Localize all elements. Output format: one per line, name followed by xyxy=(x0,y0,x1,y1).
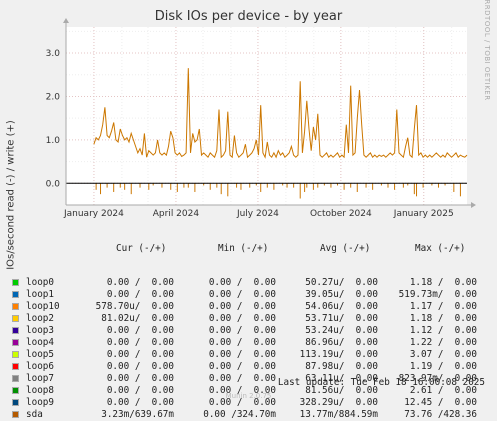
legend-row-loop10: loop10 578.70u/ 0.00 0.00 / 0.00 54.06u/ 0.… xyxy=(12,301,492,313)
legend-swatch xyxy=(12,327,19,334)
y-tick-label: 3.0 xyxy=(46,49,61,59)
legend-name: loop10 xyxy=(26,301,60,312)
x-tick-label: January 2024 xyxy=(63,209,124,219)
legend-avg: 54.06u/ 0.00 xyxy=(305,301,378,312)
legend-swatch xyxy=(12,279,19,286)
legend-min: 0.00 / 0.00 xyxy=(208,277,276,288)
legend-min: 0.00 / 0.00 xyxy=(208,337,276,348)
legend-cur: 0.00 / 0.00 xyxy=(106,289,174,300)
legend-min: 0.00 / 0.00 xyxy=(208,313,276,324)
legend-avg: 86.96u/ 0.00 xyxy=(305,337,378,348)
last-update: Last update: Tue Feb 18 16:00:08 2025 xyxy=(277,377,485,388)
legend-max: 1.12 / 0.00 xyxy=(409,325,477,336)
legend-header-max: Max (-/+) xyxy=(415,243,466,254)
y-axis-arrow xyxy=(63,18,69,23)
legend-cur: 0.00 / 0.00 xyxy=(106,361,174,372)
legend-avg: 113.19u/ 0.00 xyxy=(299,349,378,360)
legend-row-loop3: loop3 0.00 / 0.00 0.00 / 0.00 53.24u/ 0.00 1… xyxy=(12,325,492,337)
legend-min: 0.00 /324.70m xyxy=(203,409,276,420)
legend-avg: 50.27u/ 0.00 xyxy=(305,277,378,288)
y-tick-label: 2.0 xyxy=(46,92,61,102)
y-tick-label: 1.0 xyxy=(46,136,61,146)
legend-name: loop5 xyxy=(26,349,54,360)
legend-swatch xyxy=(12,363,19,370)
legend-max: 1.18 / 0.00 xyxy=(409,313,477,324)
legend-header-cur: Cur (-/+) xyxy=(116,243,167,254)
legend-swatch xyxy=(12,315,19,322)
legend-header: Cur (-/+) Min (-/+) Avg (-/+) Max (-/+) xyxy=(12,243,492,255)
legend-cur: 0.00 / 0.00 xyxy=(106,277,174,288)
legend-name: loop4 xyxy=(26,337,54,348)
y-tick-label: 0.0 xyxy=(46,179,61,189)
legend-cur: 578.70u/ 0.00 xyxy=(95,301,174,312)
legend-cur: 3.23m/639.67m xyxy=(101,409,174,420)
legend-swatch xyxy=(12,375,19,382)
legend-name: sda xyxy=(26,409,43,420)
legend-name: loop1 xyxy=(26,289,54,300)
legend-row-loop0: loop0 0.00 / 0.00 0.00 / 0.00 50.27u/ 0.00 1… xyxy=(12,277,492,289)
legend-max: 73.76 /428.36 xyxy=(404,409,477,420)
graph-frame: Disk IOs per device - by year IOs/second… xyxy=(0,0,497,420)
legend-min: 0.00 / 0.00 xyxy=(208,373,276,384)
chart-svg: 0.0 1.0 2.0 3.0 January 2024 April 2024 July 2… xyxy=(46,18,476,219)
legend-row-loop4: loop4 0.00 / 0.00 0.00 / 0.00 86.96u/ 0.00 1… xyxy=(12,337,492,349)
legend-name: loop2 xyxy=(26,313,54,324)
legend-max: 519.73m/ 0.00 xyxy=(398,289,477,300)
legend-swatch xyxy=(12,291,19,298)
legend-name: loop3 xyxy=(26,325,54,336)
legend-min: 0.00 / 0.00 xyxy=(208,349,276,360)
legend-min: 0.00 / 0.00 xyxy=(208,361,276,372)
legend-min: 0.00 / 0.00 xyxy=(208,325,276,336)
legend-avg: 53.24u/ 0.00 xyxy=(305,325,378,336)
legend-header-avg: Avg (-/+) xyxy=(320,243,371,254)
legend-avg: 87.98u/ 0.00 xyxy=(305,361,378,372)
legend-name: loop0 xyxy=(26,277,54,288)
legend-min: 0.00 / 0.00 xyxy=(208,289,276,300)
legend-max: 3.07 / 0.00 xyxy=(409,349,477,360)
legend-min: 0.00 / 0.00 xyxy=(208,301,276,312)
legend-row-loop5: loop5 0.00 / 0.00 0.00 / 0.00 113.19u/ 0.00… xyxy=(12,349,492,361)
legend-avg: 53.71u/ 0.00 xyxy=(305,313,378,324)
x-tick-label: January 2025 xyxy=(393,209,454,219)
legend-name: loop6 xyxy=(26,361,54,372)
legend-avg: 13.77m/884.59m xyxy=(299,409,378,420)
legend-row-loop2: loop2 81.02u/ 0.00 0.00 / 0.00 53.71u/ 0.00… xyxy=(12,313,492,325)
x-axis-arrow xyxy=(471,202,476,208)
legend-cur: 0.00 / 0.00 xyxy=(106,325,174,336)
x-tick-label: October 2024 xyxy=(310,209,372,219)
x-tick-label: July 2024 xyxy=(236,209,279,219)
legend-row-loop6: loop6 0.00 / 0.00 0.00 / 0.00 87.98u/ 0.00 1… xyxy=(12,361,492,373)
legend-cur: 0.00 / 0.00 xyxy=(106,373,174,384)
legend-row-loop1: loop1 0.00 / 0.00 0.00 / 0.00 39.05u/ 0.00 5… xyxy=(12,289,492,301)
legend-max: 1.17 / 0.00 xyxy=(409,301,477,312)
legend-cur: 0.00 / 0.00 xyxy=(106,349,174,360)
legend-swatch xyxy=(12,399,19,406)
legend-swatch xyxy=(12,339,19,346)
legend-avg: 39.05u/ 0.00 xyxy=(305,289,378,300)
legend-swatch xyxy=(12,411,19,418)
legend-header-min: Min (-/+) xyxy=(218,243,269,254)
legend-cur: 0.00 / 0.00 xyxy=(106,337,174,348)
legend-name: loop7 xyxy=(26,373,54,384)
plot-area xyxy=(66,27,467,205)
legend-table: Cur (-/+) Min (-/+) Avg (-/+) Max (-/+) … xyxy=(12,221,492,421)
legend-cur: 81.02u/ 0.00 xyxy=(101,313,174,324)
legend-max: 1.22 / 0.00 xyxy=(409,337,477,348)
legend-max: 1.18 / 0.00 xyxy=(409,277,477,288)
legend-row-sda: sda 3.23m/639.67m 0.00 /324.70m 13.77m/884.… xyxy=(12,409,492,421)
legend-swatch xyxy=(12,351,19,358)
legend-swatch xyxy=(12,303,19,310)
munin-version: Munin 2.0.75 xyxy=(225,392,272,400)
x-tick-label: April 2024 xyxy=(153,209,200,219)
legend-max: 1.19 / 0.00 xyxy=(409,361,477,372)
